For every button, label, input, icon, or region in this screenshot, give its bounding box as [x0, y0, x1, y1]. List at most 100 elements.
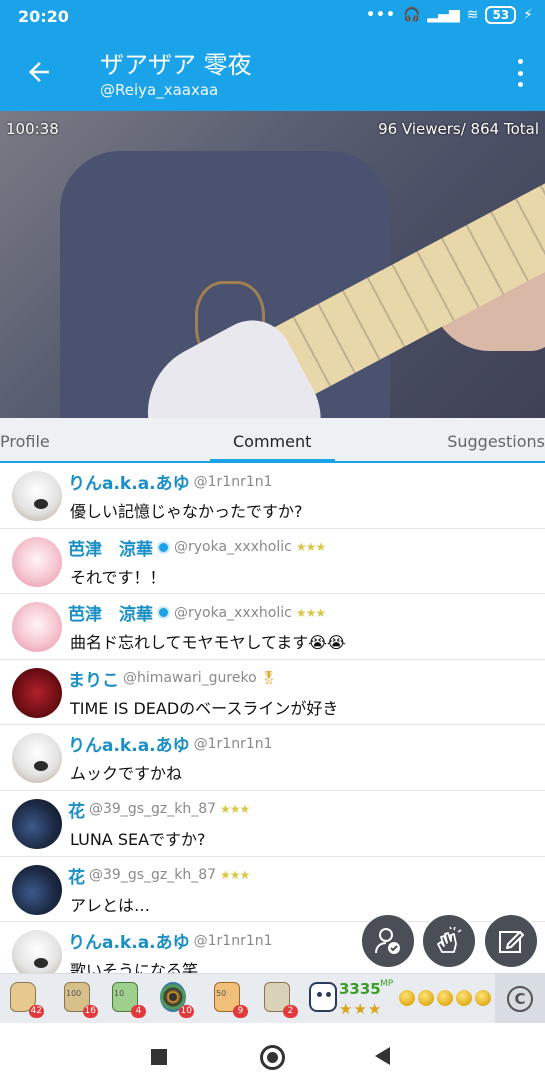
- pencil-box-icon: [499, 931, 524, 953]
- comment-item: りんa.k.a.あゆ @1r1nr1n1 ムックですかね: [0, 725, 545, 791]
- comment-handle: @1r1nr1n1: [193, 473, 273, 490]
- tea-10-icon[interactable]: 10 4: [108, 980, 146, 1018]
- gift-count: 16: [82, 1005, 98, 1018]
- comment-text: 歌いそうになる笑: [70, 961, 199, 973]
- comment-text: 優しい記憶じゃなかったですか?: [70, 502, 303, 521]
- mp-stars-icon: ★★★: [339, 1000, 383, 1018]
- coin-icon: [437, 990, 453, 1006]
- medal-badge-icon: 🎖: [260, 670, 278, 686]
- write-comment-button[interactable]: [483, 913, 539, 969]
- gift-label: 10: [114, 989, 125, 998]
- battery-icon: 53: [485, 6, 517, 24]
- avatar[interactable]: [12, 930, 62, 973]
- more-vertical-icon[interactable]: [515, 59, 525, 87]
- mp-unit: MP: [380, 979, 394, 989]
- triangle-back-icon[interactable]: [375, 1047, 390, 1065]
- comment-username[interactable]: りんa.k.a.あゆ: [68, 469, 190, 494]
- user-check-icon: [375, 928, 400, 954]
- comment-handle: @39_gs_gz_kh_87: [89, 867, 217, 884]
- signal-icon: ▂▄▆: [427, 7, 460, 23]
- viewer-count: 96 Viewers/ 864 Total: [378, 120, 539, 138]
- live-video[interactable]: 100:38 96 Viewers/ 864 Total: [0, 111, 545, 418]
- system-nav-bar: [0, 1023, 545, 1090]
- elapsed-time: 100:38: [6, 120, 59, 138]
- avatar[interactable]: [12, 602, 62, 653]
- broadcaster-handle: @Reiya_xaaxaa: [100, 81, 219, 99]
- tab-suggestions[interactable]: Suggestions: [447, 432, 545, 451]
- circle-icon[interactable]: [260, 1045, 285, 1070]
- gift-count: 2: [283, 1005, 298, 1018]
- avatar[interactable]: [12, 536, 62, 587]
- comment-text: それです！！: [70, 567, 166, 587]
- clap-icon: [437, 926, 462, 953]
- arrow-left-icon[interactable]: [24, 57, 54, 87]
- tab-bar: Profile Comment Suggestions: [0, 418, 545, 463]
- coin-icon: [399, 990, 415, 1006]
- c-icon: C: [507, 986, 533, 1012]
- mp-value: 3335: [339, 980, 381, 998]
- comment-text: LUNA SEAですか?: [70, 829, 206, 849]
- gift-count: 42: [28, 1005, 44, 1018]
- comment-text: 曲名ド忘れしてモヤモヤしてます😭😭: [70, 633, 346, 653]
- comment-handle: @himawari_gureko: [123, 670, 257, 687]
- rank-stars-icon: ★★★: [295, 605, 326, 620]
- coin-icon: [456, 990, 472, 1006]
- wifi-icon: ≋: [466, 7, 479, 23]
- tea-icon[interactable]: 2: [260, 980, 298, 1018]
- comment-item: 花 @39_gs_gz_kh_87 ★★★ LUNA SEAですか?: [0, 791, 545, 857]
- comment-text: TIME IS DEADのベースラインが好き: [70, 698, 339, 718]
- rank-stars-icon: ★★★: [220, 802, 250, 817]
- gift-count: 10: [178, 1005, 194, 1018]
- verified-badge-icon: [157, 606, 170, 620]
- rank-stars-icon: ★★★: [220, 868, 250, 883]
- avatar[interactable]: [12, 864, 62, 915]
- coin-meter: [399, 990, 491, 1006]
- tab-comment[interactable]: Comment: [233, 432, 311, 451]
- app-header: ザアザア 零夜 @Reiya_xaaxaa: [0, 33, 545, 111]
- hand-gift-icon[interactable]: 42: [6, 980, 44, 1018]
- avatar[interactable]: [12, 471, 62, 521]
- verified-badge-icon: [157, 540, 170, 554]
- square-icon[interactable]: [151, 1049, 167, 1065]
- comment-handle: @1r1nr1n1: [193, 932, 273, 949]
- follow-button[interactable]: [360, 913, 416, 969]
- clap-button[interactable]: [421, 913, 477, 969]
- comment-item: 花 @39_gs_gz_kh_87 ★★★ アレとは…: [0, 857, 545, 923]
- tea-50-icon[interactable]: 50 9: [210, 980, 248, 1018]
- status-time: 20:20: [18, 7, 69, 26]
- comment-username[interactable]: りんa.k.a.あゆ: [68, 928, 190, 953]
- tea-100-icon[interactable]: 100 16: [60, 980, 98, 1018]
- comment-list[interactable]: りんa.k.a.あゆ @1r1nr1n1 優しい記憶じゃなかったですか? 芭津 …: [0, 463, 545, 973]
- comment-item: りんa.k.a.あゆ @1r1nr1n1 優しい記憶じゃなかったですか?: [0, 463, 545, 529]
- avatar[interactable]: [12, 667, 62, 718]
- avatar[interactable]: [12, 733, 62, 784]
- comment-handle: @1r1nr1n1: [193, 735, 273, 752]
- comment-username[interactable]: まりこ: [68, 666, 119, 691]
- comment-text: アレとは…: [70, 895, 151, 915]
- gift-label: 100: [66, 989, 82, 998]
- status-icons: ••• 🎧 ▂▄▆ ≋ 53 ⚡: [366, 6, 533, 24]
- comment-item: 芭津 涼華 @ryoka_xxxholic ★★★ それです！！: [0, 529, 545, 595]
- gift-label: 50: [216, 989, 227, 998]
- comment-username[interactable]: 芭津 涼華: [68, 535, 153, 560]
- comment-username[interactable]: 花: [68, 797, 85, 822]
- comment-username[interactable]: りんa.k.a.あゆ: [68, 731, 190, 756]
- comment-handle: @ryoka_xxxholic: [174, 604, 292, 621]
- coin-icon: [418, 990, 434, 1006]
- comment-item: まりこ @himawari_gureko 🎖 TIME IS DEADのベースラ…: [0, 660, 545, 726]
- more-dots-icon: •••: [366, 7, 396, 23]
- gift-count: 4: [131, 1005, 146, 1018]
- comment-item: 芭津 涼華 @ryoka_xxxholic ★★★ 曲名ド忘れしてモヤモヤしてま…: [0, 594, 545, 660]
- comment-username[interactable]: 芭津 涼華: [68, 600, 153, 625]
- status-bar: 20:20 ••• 🎧 ▂▄▆ ≋ 53 ⚡: [0, 0, 545, 33]
- charging-icon: ⚡: [523, 7, 533, 23]
- comment-handle: @39_gs_gz_kh_87: [89, 801, 217, 818]
- comment-handle: @ryoka_xxxholic: [174, 539, 292, 556]
- broadcaster-name: ザアザア 零夜: [100, 51, 252, 79]
- gift-bar: 42 100 16 10 4 10 50 9 2 3335 MP ★★★ C: [0, 973, 545, 1024]
- tab-profile[interactable]: Profile: [0, 432, 50, 451]
- c-button[interactable]: C: [495, 974, 545, 1024]
- avatar[interactable]: [12, 798, 62, 849]
- wheel-gift-icon[interactable]: 10: [156, 980, 194, 1018]
- comment-username[interactable]: 花: [68, 863, 85, 888]
